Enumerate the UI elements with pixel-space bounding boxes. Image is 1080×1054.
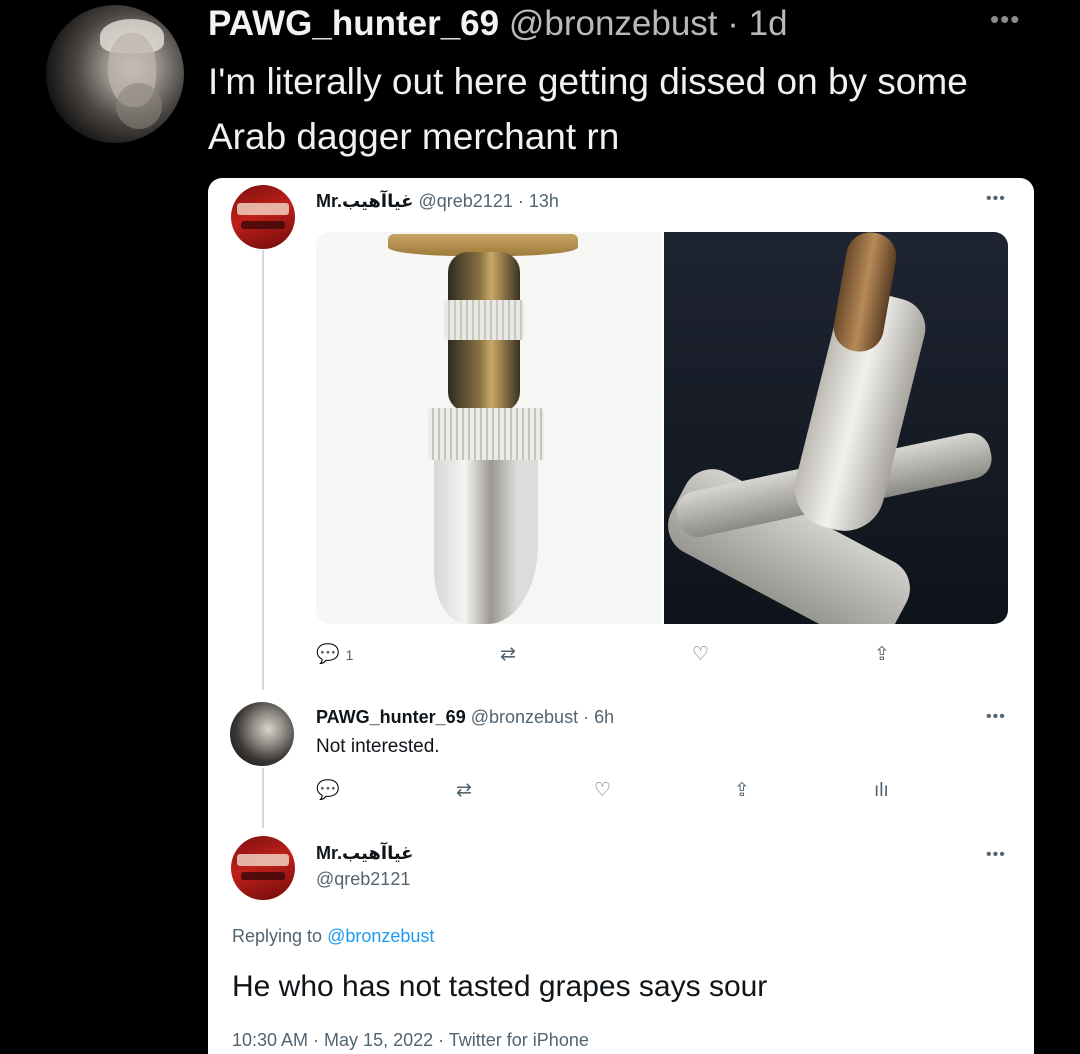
reply-avatar[interactable] (230, 702, 294, 766)
outer-more-icon[interactable]: ••• (990, 4, 1020, 35)
avatar-beard-shape (116, 83, 162, 129)
replying-to-label: Replying to (232, 926, 323, 946)
replying-to-mention[interactable]: @bronzebust (327, 926, 434, 946)
outer-avatar[interactable] (46, 5, 184, 143)
final-tweet-timestamp[interactable]: 10:30 AM · May 15, 2022 · Twitter for iP… (232, 1030, 589, 1051)
share-icon: ⇪ (734, 780, 750, 801)
quoted-handle-time: @qreb2121 · 13h (418, 191, 559, 211)
analytics-action[interactable]: ılı (874, 780, 889, 802)
final-tweet-name: Mr.غياآهيب (316, 842, 413, 864)
final-more-icon[interactable]: ••• (986, 846, 1006, 864)
reply-tweet-text: Not interested. (316, 736, 440, 757)
outer-tweet-text: I'm literally out here getting dissed on… (208, 61, 968, 157)
reply-tweet-header: PAWG_hunter_69 @bronzebust · 6h (316, 706, 614, 728)
quoted-tweet-header: Mr.غياآهيب @qreb2121 · 13h (316, 190, 559, 212)
thread-line-1 (262, 250, 264, 690)
outer-display-name[interactable]: PAWG_hunter_69 (208, 4, 499, 43)
final-tweet-text: He who has not tasted grapes says sour (232, 970, 768, 1003)
reply-action[interactable]: 💬 1 (316, 644, 353, 666)
analytics-icon: ılı (874, 780, 889, 801)
final-tweet-handle: @qreb2121 (316, 868, 410, 890)
merchant-avatar[interactable] (231, 185, 295, 249)
share-action[interactable]: ⇪ (874, 644, 890, 666)
quoted-display-name[interactable]: Mr.غياآهيب (316, 191, 413, 211)
merchant-avatar-2[interactable] (231, 836, 295, 900)
outer-handle-time: @bronzebust · 1d (508, 4, 788, 43)
dagger-photo-right[interactable] (657, 232, 1008, 624)
tweet-media[interactable] (316, 232, 1008, 624)
reply-action-2[interactable]: 💬 (316, 780, 340, 802)
retweet-action[interactable]: ⇄ (500, 644, 516, 666)
like-icon: ♡ (692, 644, 710, 665)
outer-tweet-header: PAWG_hunter_69 @bronzebust · 1d (208, 3, 788, 45)
reply-display-name[interactable]: PAWG_hunter_69 (316, 707, 466, 727)
retweet-action-2[interactable]: ⇄ (456, 780, 472, 802)
final-handle[interactable]: @qreb2121 (316, 869, 410, 889)
replying-to-line: Replying to @bronzebust (232, 926, 434, 947)
share-action-2[interactable]: ⇪ (734, 780, 750, 802)
reply-count: 1 (345, 647, 354, 663)
retweet-icon: ⇄ (500, 644, 516, 665)
reply-icon: 💬 (316, 780, 340, 801)
reply-handle-time: @bronzebust · 6h (470, 707, 615, 727)
dagger-photo-left[interactable] (316, 232, 662, 624)
like-action-2[interactable]: ♡ (594, 780, 611, 802)
like-icon: ♡ (594, 780, 612, 801)
final-display-name[interactable]: Mr.غياآهيب (316, 843, 413, 863)
retweet-icon: ⇄ (456, 780, 472, 801)
reply-more-icon[interactable]: ••• (986, 708, 1006, 726)
thread-line-2 (262, 768, 264, 828)
reply-icon: 💬 (316, 644, 340, 666)
share-icon: ⇪ (874, 644, 890, 665)
quoted-more-icon[interactable]: ••• (986, 190, 1006, 208)
like-action[interactable]: ♡ (692, 644, 709, 666)
